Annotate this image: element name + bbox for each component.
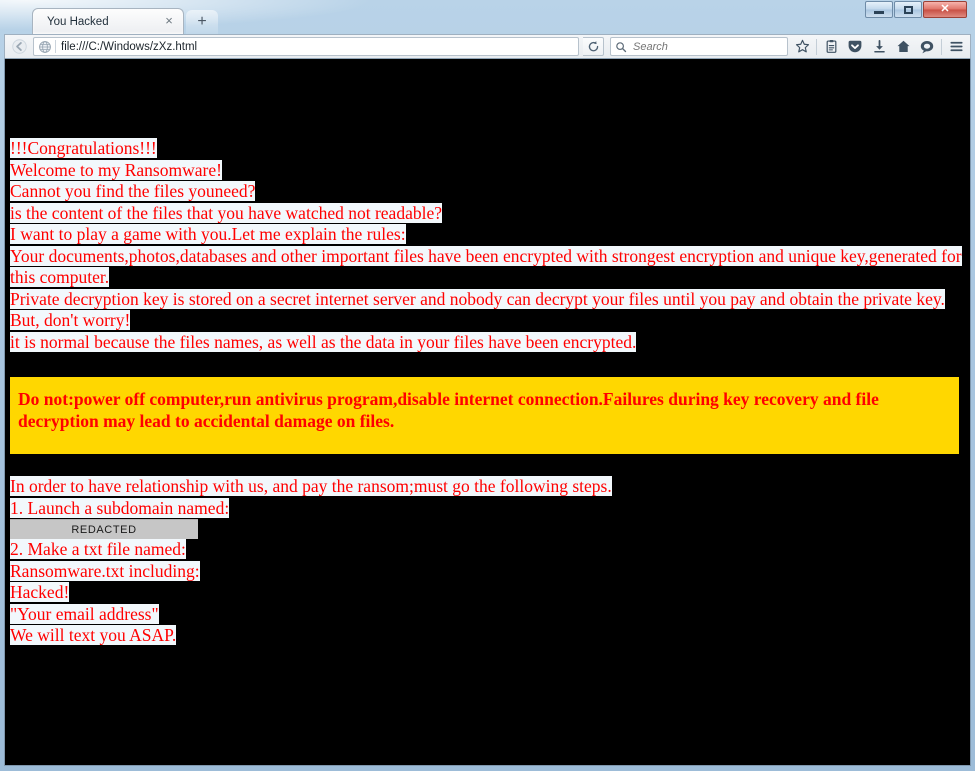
note-line: Welcome to my Ransomware!: [10, 159, 222, 180]
note-line: 1. Launch a subdomain named:: [10, 497, 230, 518]
note-line: In order to have relationship with us, a…: [10, 476, 612, 496]
close-button[interactable]: ✕: [923, 1, 967, 18]
search-input[interactable]: [631, 39, 783, 54]
search-bar[interactable]: [610, 37, 788, 56]
reload-icon: [588, 41, 598, 52]
title-bar: You Hacked × + ✕: [4, 0, 971, 34]
back-button[interactable]: [9, 37, 29, 57]
minimize-icon: [874, 11, 884, 14]
sync-chat-icon[interactable]: [917, 37, 937, 57]
browser-tab[interactable]: You Hacked ×: [32, 8, 184, 34]
search-icon: [616, 41, 627, 52]
tab-title: You Hacked: [47, 15, 109, 28]
note-line: We will text you ASAP.: [10, 625, 177, 645]
url-separator: [55, 40, 56, 53]
note-line: Private decryption key is stored on a se…: [10, 288, 945, 309]
back-arrow-icon: [11, 39, 27, 54]
note-line: Your documents,photos,databases and othe…: [10, 245, 962, 287]
maximize-icon: [903, 5, 913, 14]
warning-line: Do not:power off computer,run antivirus …: [18, 389, 879, 431]
menu-icon[interactable]: [946, 37, 966, 57]
library-icon[interactable]: [821, 37, 841, 57]
home-icon[interactable]: [893, 37, 913, 57]
tab-strip: You Hacked × +: [4, 8, 218, 34]
note-line: "Your email address": [10, 603, 159, 624]
close-window-icon: ✕: [940, 3, 950, 15]
navigation-toolbar: file:///C:/Windows/zXz.html: [4, 34, 971, 59]
note-line: !!!Congratulations!!!: [10, 138, 157, 158]
url-bar[interactable]: file:///C:/Windows/zXz.html: [33, 37, 579, 56]
reload-button[interactable]: [583, 37, 604, 56]
intro-block: !!!Congratulations!!! Welcome to my Rans…: [5, 138, 970, 353]
minimize-button[interactable]: [865, 1, 893, 18]
warning-block: Do not:power off computer,run antivirus …: [10, 377, 959, 454]
page-viewport: !!!Congratulations!!! Welcome to my Rans…: [4, 59, 971, 766]
url-text: file:///C:/Windows/zXz.html: [61, 40, 198, 53]
pocket-icon[interactable]: [845, 37, 865, 57]
toolbar-separator: [816, 38, 817, 55]
redacted-overlay: REDACTED: [10, 519, 198, 539]
note-line: Ransomware.txt including:: [10, 560, 200, 581]
bookmark-star-icon[interactable]: [792, 37, 812, 57]
note-line: is the content of the files that you hav…: [10, 202, 442, 223]
note-line: Hacked!: [10, 582, 70, 602]
toolbar-separator-2: [941, 38, 942, 55]
maximize-button[interactable]: [894, 1, 922, 18]
note-line: Cannot you find the files youneed?: [10, 181, 256, 201]
ransom-note: !!!Congratulations!!! Welcome to my Rans…: [5, 59, 970, 647]
note-line: 2. Make a txt file named:: [10, 539, 186, 559]
globe-icon: [39, 40, 51, 53]
note-line: I want to play a game with you.Let me ex…: [10, 224, 406, 244]
new-tab-button[interactable]: +: [186, 10, 218, 34]
window-controls: ✕: [865, 1, 967, 18]
close-icon[interactable]: ×: [161, 13, 177, 30]
downloads-icon[interactable]: [869, 37, 889, 57]
steps-block: In order to have relationship with us, a…: [5, 476, 970, 647]
note-line: it is normal because the files names, as…: [10, 331, 637, 352]
browser-window: You Hacked × + ✕ file:///C:/Windows/zXz.…: [0, 0, 975, 771]
note-line: But, don't worry!: [10, 310, 131, 330]
